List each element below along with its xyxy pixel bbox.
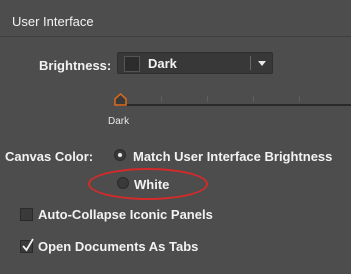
dropdown-separator <box>250 56 251 70</box>
radio-match-ui-brightness[interactable] <box>114 149 126 161</box>
slider-thumb-icon[interactable] <box>114 92 127 109</box>
brightness-selected-value: Dark <box>148 56 177 71</box>
checkbox-label-auto-collapse[interactable]: Auto-Collapse Iconic Panels <box>38 207 213 222</box>
brightness-dropdown[interactable]: Dark <box>117 52 273 74</box>
canvas-color-label: Canvas Color: <box>5 149 94 164</box>
slider-tick <box>253 96 254 102</box>
slider-tick <box>161 96 162 102</box>
brightness-slider-track[interactable] <box>118 104 351 106</box>
color-swatch <box>124 56 140 72</box>
brightness-label: Brightness: <box>39 58 112 73</box>
preferences-panel: User Interface Brightness: Dark Dark Can… <box>0 0 351 274</box>
slider-caption: Dark <box>108 116 130 127</box>
checkbox-label-open-docs-as-tabs[interactable]: Open Documents As Tabs <box>38 239 198 254</box>
chevron-down-icon[interactable] <box>258 61 266 66</box>
section-title: User Interface <box>12 14 94 29</box>
divider <box>0 36 351 37</box>
checkbox-open-docs-as-tabs[interactable] <box>20 238 34 255</box>
slider-tick <box>207 96 208 102</box>
highlight-ellipse <box>88 168 208 200</box>
slider-tick <box>299 96 300 102</box>
checkmark-icon <box>22 238 34 255</box>
radio-label-match-ui[interactable]: Match User Interface Brightness <box>133 149 332 164</box>
checkbox-auto-collapse[interactable] <box>20 208 33 221</box>
